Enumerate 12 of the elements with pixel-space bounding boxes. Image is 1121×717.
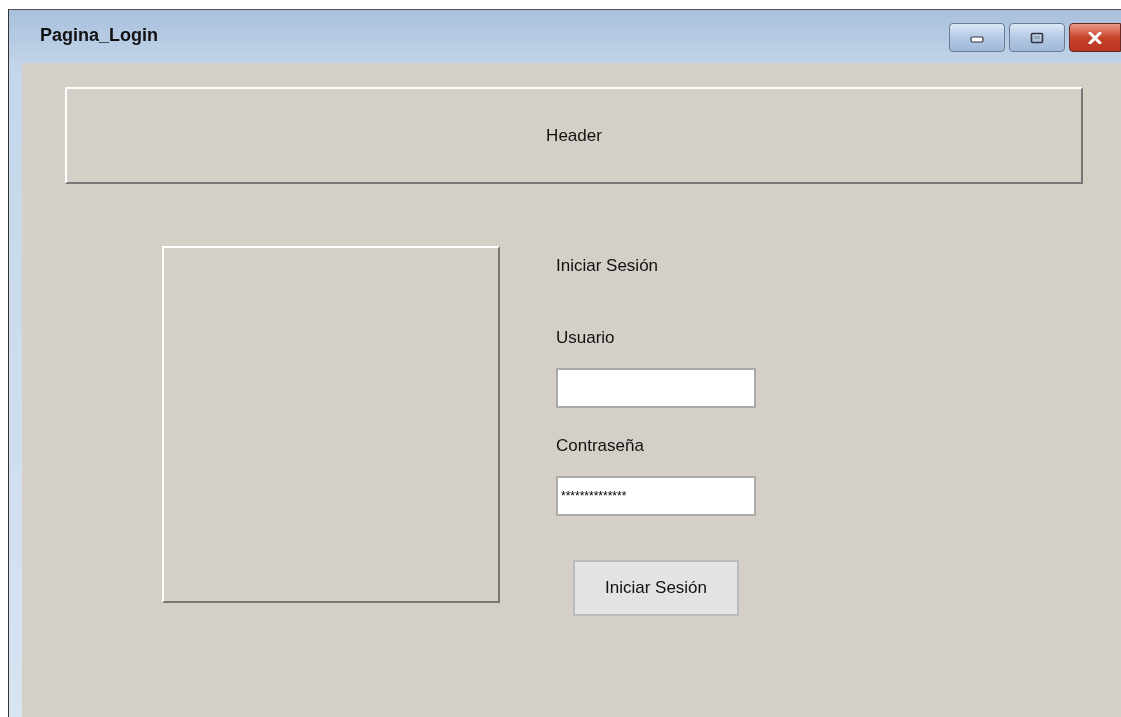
close-icon [1087,31,1103,44]
maximize-icon [1030,31,1044,44]
password-field[interactable]: ************** [556,476,756,516]
login-title: Iniciar Sesión [556,256,659,276]
password-label: Contraseña [556,436,644,456]
username-label: Usuario [556,328,615,348]
username-field[interactable] [556,368,756,408]
maximize-button[interactable] [1009,23,1065,52]
login-button[interactable]: Iniciar Sesión [573,560,739,616]
window-title: Pagina_Login [40,25,158,46]
close-button[interactable] [1069,23,1121,52]
header-label: Header [546,125,602,146]
